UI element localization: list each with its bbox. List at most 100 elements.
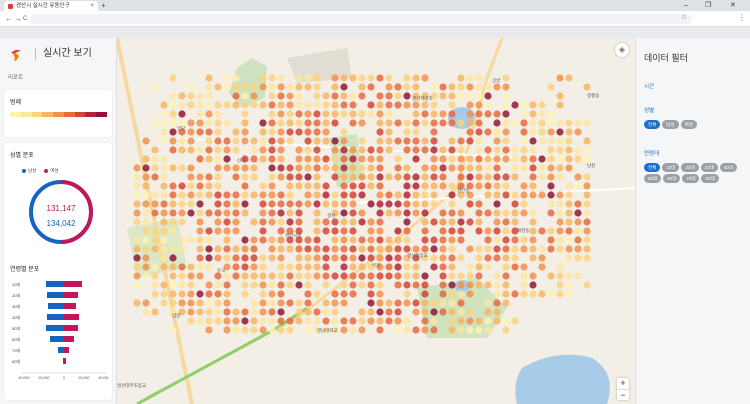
heatmap-cell [286,119,294,127]
heatmap-cell [466,263,474,271]
heatmap-cell [313,245,321,253]
age-filter-label: 연령대 [644,151,660,157]
heatmap-cell [205,146,213,154]
gender-filter-chip[interactable]: 여성 [680,120,697,129]
heatmap-cell [439,209,447,217]
heatmap-cell [529,218,537,226]
heatmap-cell [511,155,519,163]
heatmap-cell [475,74,483,82]
heatmap-cell [331,191,339,199]
back-icon[interactable]: ← [5,13,13,25]
zoom-in-button[interactable]: + [617,378,629,389]
heatmap-cell [556,119,564,127]
heatmap-cell [241,83,249,91]
heatmap-cell [457,227,465,235]
heatmap-cell [304,317,312,325]
heatmap-cell [259,254,267,262]
map-place-label: 유곡 [217,268,226,273]
heatmap-cell [421,137,429,145]
heatmap-cell [349,119,357,127]
age-filter-chip[interactable]: 전체 [644,163,661,172]
heatmap-cell [331,317,339,325]
heatmap-cell [502,146,510,154]
heatmap-cell [331,146,339,154]
age-filter-chip[interactable]: 40대 [719,163,737,172]
heatmap-cell [295,272,303,280]
heatmap-cell [151,164,159,172]
heatmap-cell [466,218,474,226]
heatmap-cell [178,146,186,154]
heatmap-cell [178,110,186,118]
age-filter-chip[interactable]: 60대 [663,174,681,183]
age-filter-chip[interactable]: 50대 [644,174,662,183]
close-window-button[interactable]: ✕ [730,0,736,11]
report-link[interactable]: 리포트 [8,73,23,81]
heatmap-cell [322,308,330,316]
heatmap-cell [259,326,267,334]
browser-tab[interactable]: 경산시 실시간 유동인구 × [4,1,98,11]
heatmap-cell [304,119,312,127]
heatmap-cell [421,101,429,109]
heatmap-cell [466,128,474,136]
heatmap-cell [385,146,393,154]
heatmap-cell [412,263,420,271]
heatmap-cell [358,317,366,325]
heatmap-cell [304,146,312,154]
heatmap-cell [232,191,240,199]
heatmap-cell [268,254,276,262]
heatmap-cell [286,317,294,325]
new-tab-button[interactable]: + [101,0,106,11]
heatmap-cell [439,119,447,127]
heatmap-cell [133,218,141,226]
heatmap-cell [142,164,150,172]
heatmap-cell [232,83,240,91]
age-filter-chip[interactable]: 20대 [681,163,699,172]
gender-filter-chip[interactable]: 전체 [644,120,661,129]
heatmap-cell [376,101,384,109]
heatmap-cell [160,218,168,226]
heatmap-cell [331,245,339,253]
heatmap-cell [493,173,501,181]
heatmap-cell [205,83,213,91]
minimize-button[interactable]: – [684,0,688,11]
reload-icon[interactable]: C [23,13,27,25]
heatmap-cell [457,137,465,145]
bookmark-star-icon[interactable]: ☆ [681,13,687,21]
age-filter-chip[interactable]: 10대 [662,163,680,172]
heatmap-cell [484,101,492,109]
map-view[interactable]: 경산대부초등교 임당 압량 경산시청 경산 영남대학교 남천 정평동 경산하양초 경산중앙교 상방 정… [117,38,635,404]
heatmap-cell [214,101,222,109]
heatmap-cell [493,137,501,145]
age-filter-chip[interactable]: 30대 [700,163,718,172]
maximize-button[interactable]: ❐ [705,0,711,11]
female-count: 131,147 [46,204,76,213]
heatmap-cell [268,128,276,136]
browser-menu-icon[interactable]: ⋮ [738,13,746,22]
heatmap-cell [502,110,510,118]
heatmap-cell [142,254,150,262]
heatmap-cell [448,227,456,235]
heatmap-cell [250,164,258,172]
address-bar[interactable] [30,14,692,24]
heatmap-cell [349,191,357,199]
heatmap-cell [295,101,303,109]
heatmap-cell [520,119,528,127]
heatmap-cell [349,245,357,253]
age-filter-chip[interactable]: 80대 [701,174,719,183]
heatmap-cell [547,227,555,235]
heatmap-cell [430,245,438,253]
heatmap-cell [304,173,312,181]
heatmap-cell [268,272,276,280]
heatmap-cell [475,245,483,253]
heatmap-cell [214,119,222,127]
tab-close-icon[interactable]: × [90,1,94,11]
heatmap-cell [556,290,564,298]
gender-filter-chip[interactable]: 남성 [662,120,679,129]
layers-icon[interactable]: ◈ [615,43,629,57]
forward-icon[interactable]: → [14,13,22,25]
age-filter-chip[interactable]: 70대 [682,174,700,183]
heatmap-cell [250,317,258,325]
heatmap-cell [250,326,258,334]
heatmap-cell [376,92,384,100]
zoom-out-button[interactable]: − [617,389,629,400]
